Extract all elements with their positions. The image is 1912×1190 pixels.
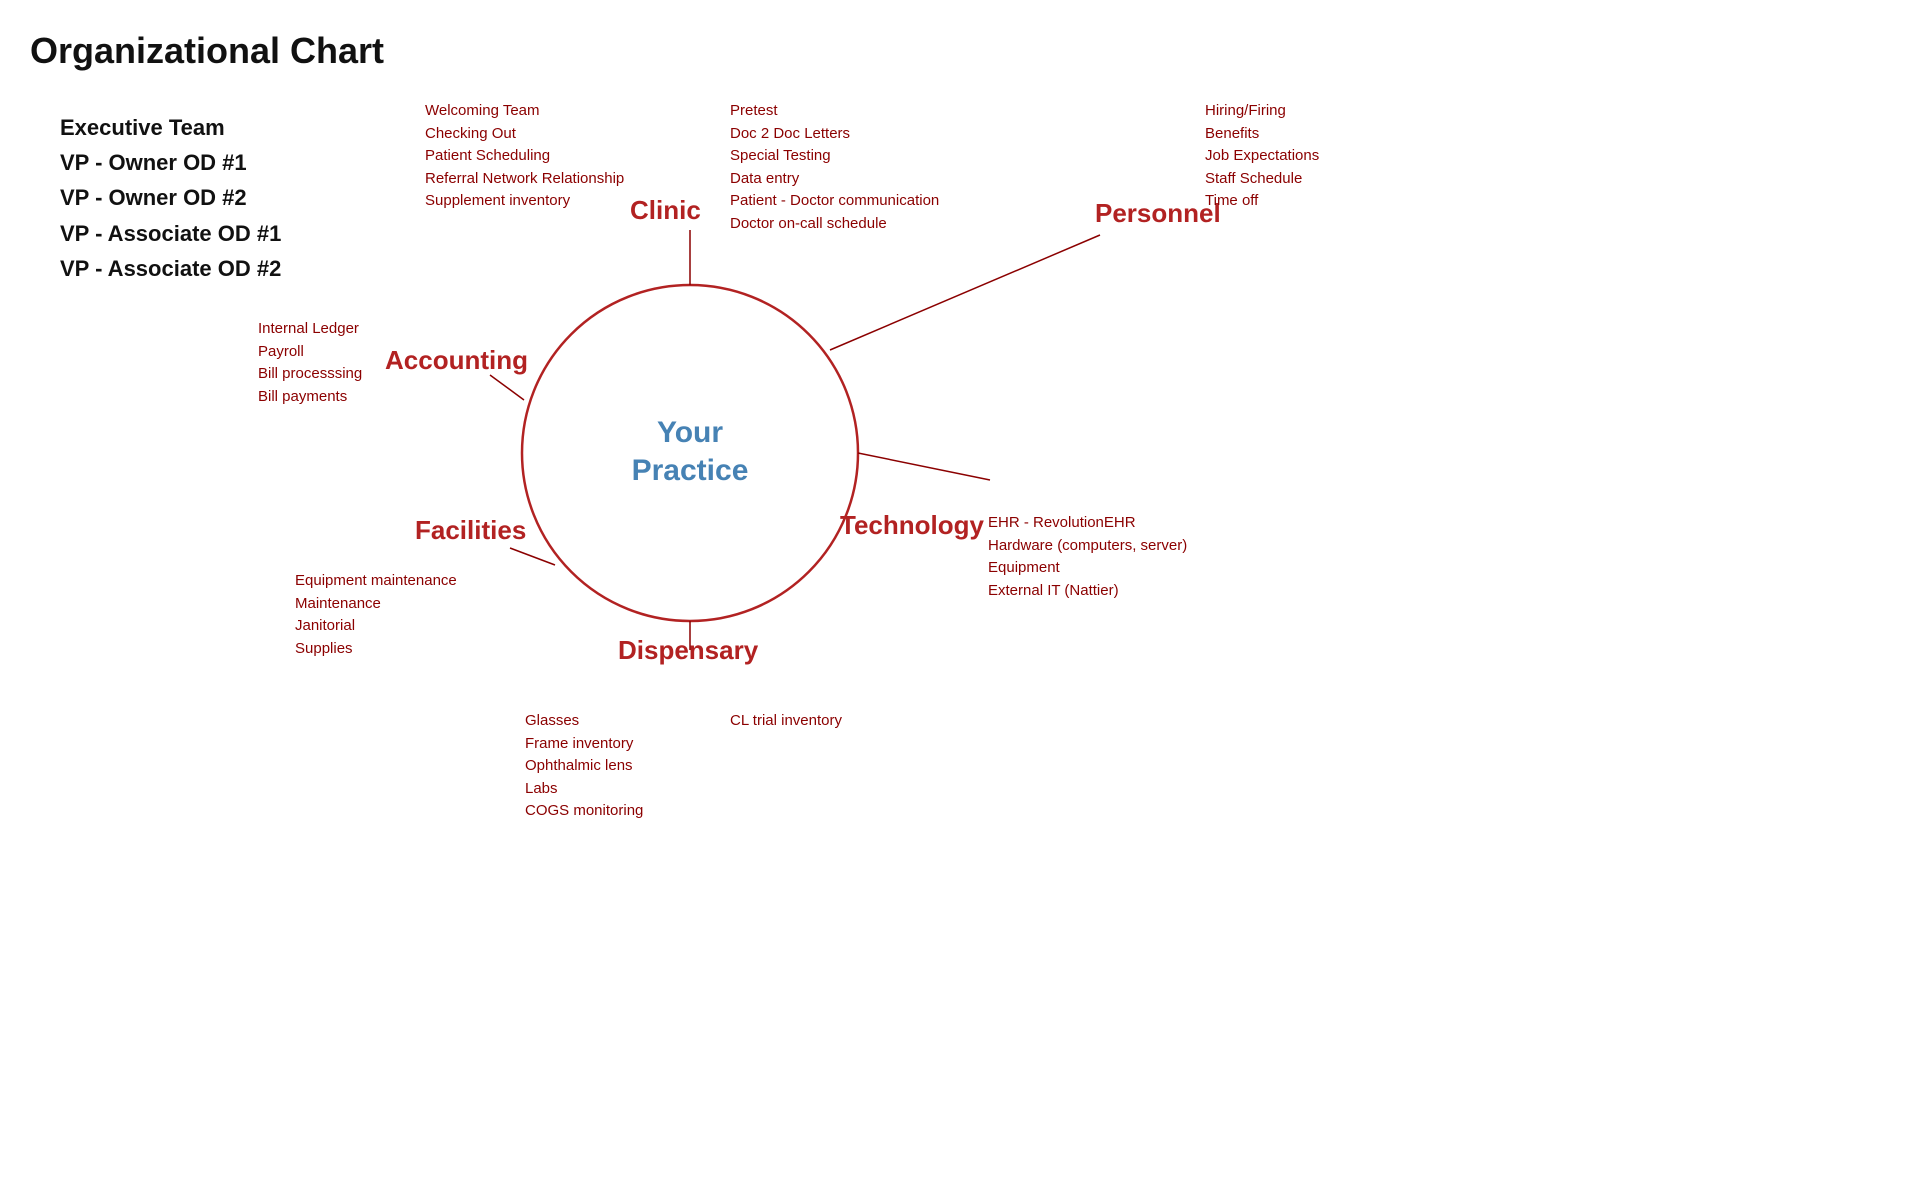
clinic-label: Clinic bbox=[630, 195, 701, 226]
org-chart-svg: Your Practice bbox=[0, 0, 1912, 1190]
personnel-detail: Hiring/FiringBenefitsJob ExpectationsSta… bbox=[1205, 100, 1319, 213]
personnel-label: Personnel bbox=[1095, 198, 1221, 229]
svg-text:Practice: Practice bbox=[632, 454, 749, 487]
accounting-detail: Internal LedgerPayrollBill processsingBi… bbox=[258, 318, 362, 408]
facilities-label: Facilities bbox=[415, 515, 526, 546]
facilities-detail: Equipment maintenanceMaintenanceJanitori… bbox=[295, 570, 457, 660]
accounting-label: Accounting bbox=[385, 345, 528, 376]
technology-detail: EHR - RevolutionEHRHardware (computers, … bbox=[988, 512, 1187, 602]
dispensary-detail-left: GlassesFrame inventoryOphthalmic lensLab… bbox=[525, 710, 643, 823]
svg-text:Your: Your bbox=[657, 416, 723, 449]
clinic-detail-right: PretestDoc 2 Doc LettersSpecial TestingD… bbox=[730, 100, 939, 235]
clinic-detail-left: Welcoming TeamChecking OutPatient Schedu… bbox=[425, 100, 624, 213]
dispensary-detail-right: CL trial inventory bbox=[730, 710, 842, 733]
dispensary-label: Dispensary bbox=[618, 635, 758, 666]
technology-label: Technology bbox=[840, 510, 984, 541]
